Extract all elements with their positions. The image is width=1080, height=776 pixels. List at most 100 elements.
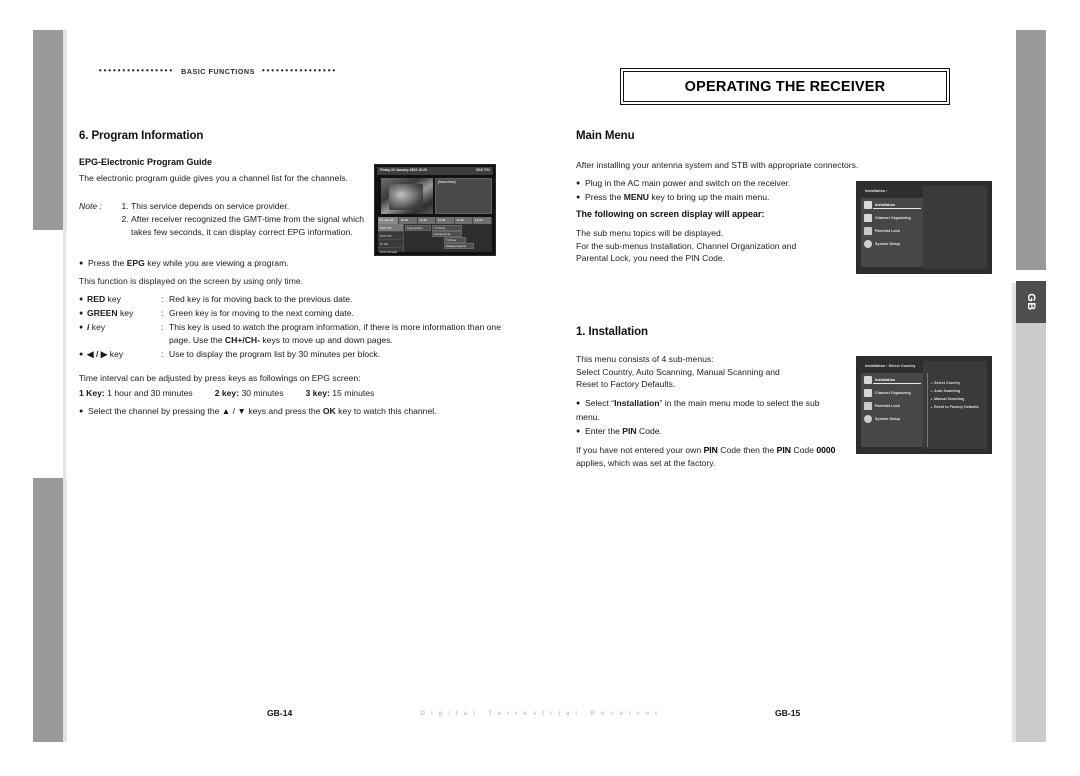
list-icon [864,388,872,397]
menu-divider [927,373,928,447]
key-row-label: ● GREEN key [79,307,161,321]
menu-item-system-setup[interactable]: System Setup [861,237,923,250]
menu-breadcrumb: Installation › Select Country [865,364,916,368]
menu-item-installation[interactable]: Installation [861,198,923,211]
bullet-glyph: ● [576,180,581,187]
select-bullet-key: OK [322,406,336,416]
function-display-line: This function is displayed on the screen… [79,276,304,286]
menu-submenu-list: Select Country Auto Scanning Manual Scan… [931,379,987,411]
chapter-banner-title: OPERATING THE RECEIVER [684,78,886,95]
epg-program-column: Tagesschau TV Serie Kulturjournal T-Movi… [404,224,492,252]
chapter-banner: OPERATING THE RECEIVER [620,68,950,105]
epg-title-bar-right: VOX TV1 [475,168,490,173]
submenu-item-reset-factory[interactable]: Reset to Factory Defaults [931,403,987,411]
epg-time-cell: 10:30 [418,217,437,224]
bullet-glyph: ● [576,194,581,201]
bullet-glyph: ● [576,428,581,435]
epg-time-cell: 10:00 [399,217,418,224]
language-tab-gb[interactable]: GB [1016,281,1046,323]
note-item: After receiver recognized the GMT-time f… [131,213,379,239]
running-head-label: BASIC FUNCTIONS [181,67,255,76]
timing-key: 3 key: [305,388,330,398]
timing-1: 1 Key: 1 hour and 30 minutes [79,388,193,398]
epg-channel-row: VOX TV2 [378,232,403,240]
menu-item-system-setup[interactable]: System Setup [861,412,923,425]
main-menu-bullet-2-pre: Press the [585,192,624,202]
key-desc-key: CH+/CH- [224,335,260,346]
key-desc: Use to display the program list by 30 mi… [169,349,381,360]
installation-bullet-1: ● Select “Installation” in the main menu … [576,397,826,423]
flag-icon [864,200,872,209]
footer-brand: Digital Terrestrial Receiver [420,710,664,717]
menu-breadcrumb: Installation › [865,189,888,193]
closing-key-2: PIN [776,445,791,455]
key-function-list: ● RED key : Red key is for moving back to… [79,293,501,362]
bullet-glyph: ● [79,260,84,267]
epg-screenshot: Friday 24 January 2003 10:23 VOX TV1 (No… [374,164,496,256]
key-row-red: ● RED key : Red key is for moving back to… [79,293,499,306]
epg-title-bar-left: Friday 24 January 2003 10:23 [380,168,427,173]
installation-bullet-2-key: PIN [622,426,637,436]
language-tab-label: GB [1025,293,1037,311]
menu-item-label: Channel Organizing [875,390,911,395]
folio-left: GB-14 [267,708,293,718]
select-bullet-pre: Select the channel by pressing the ▲ / ▼… [88,406,323,416]
key-row-green: ● GREEN key : Green key is for moving to … [79,307,499,320]
section-title-installation: 1. Installation [576,326,648,338]
timing-value: 30 minutes [239,388,284,398]
key-desc: This key is used to watch the program in… [169,321,511,347]
interval-line: Time interval can be adjusted by press k… [79,373,361,383]
menu-item-channel-organizing[interactable]: Channel Organizing [861,386,923,399]
key-name: RED [87,294,106,304]
epg-channel-row: VOX Filmwelt [378,248,403,255]
bullet-glyph: ● [79,310,84,318]
key-suffix: key [117,308,134,319]
menu-item-installation[interactable]: Installation [861,373,923,386]
section-title-main-menu: Main Menu [576,130,635,142]
key-colon: : [161,349,164,360]
submenu-item-manual-scanning[interactable]: Manual Scanning [931,395,987,403]
installation-bullet-1-pre: Select “ [585,398,615,408]
menu-left-panel: Installation Channel Organizing Parental… [861,198,923,267]
bullet-press-epg-pre: Press the [88,258,127,268]
gear-icon [864,414,872,423]
key-desc: Green key is for moving to the next comi… [169,308,354,319]
epg-info-pane: (Now-Next) [435,178,492,214]
key-colon: : [161,308,164,319]
epg-info-title: (Now-Next) [438,179,456,184]
menu-item-channel-organizing[interactable]: Channel Organizing [861,211,923,224]
epg-time-cell: Fri Jan 24 [378,217,400,224]
timing-2: 2 key: 30 minutes [215,388,284,398]
submenu-item-auto-scanning[interactable]: Auto Scanning [931,387,987,395]
left-binding-strip-top [33,30,63,230]
submenu-item-select-country[interactable]: Select Country [931,379,987,387]
epg-time-cell: 11:30 [455,217,474,224]
bullet-press-epg-post: key while you are viewing a program. [144,258,289,268]
note-label: Note : [79,201,102,211]
note-item: This service depends on service provider… [131,200,379,213]
key-row-label: ● i key [79,321,161,335]
chapter-banner-inner: OPERATING THE RECEIVER [621,69,949,104]
installation-closing: If you have not entered your own PIN Cod… [576,444,841,469]
list-icon [864,213,872,222]
gear-icon [864,239,872,248]
main-menu-bullet-2-key: MENU [623,192,650,202]
key-name: ◀ / ▶ [87,349,108,360]
epg-time-cell: 12:00 [473,217,492,224]
epg-channel-row: TV CH [378,240,403,248]
right-edge-strip-bottom [1016,283,1046,742]
menu-item-label: Installation [875,377,896,382]
left-binding-strip-bottom-shadow [63,478,67,742]
bullet-press-epg: ● Press the EPG key while you are viewing… [79,257,379,271]
key-desc: Red key is for moving back to the previo… [169,294,353,304]
key-suffix: key [107,349,124,360]
epg-channel-column: VOX TV1 VOX TV2 TV CH VOX Filmwelt [378,224,404,254]
select-bullet-post: key to watch this channel. [335,406,437,416]
running-head-dots-left: •••••••••••••••• [98,66,175,75]
key-row-label: ● ◀ / ▶ key [79,348,161,362]
installation-bullet-1-key: Installation [614,398,660,408]
menu-item-parental-lock[interactable]: Parental Lock [861,224,923,237]
flag-icon [864,375,872,384]
menu-item-parental-lock[interactable]: Parental Lock [861,399,923,412]
note-block: Note : This service depends on service p… [79,200,379,239]
